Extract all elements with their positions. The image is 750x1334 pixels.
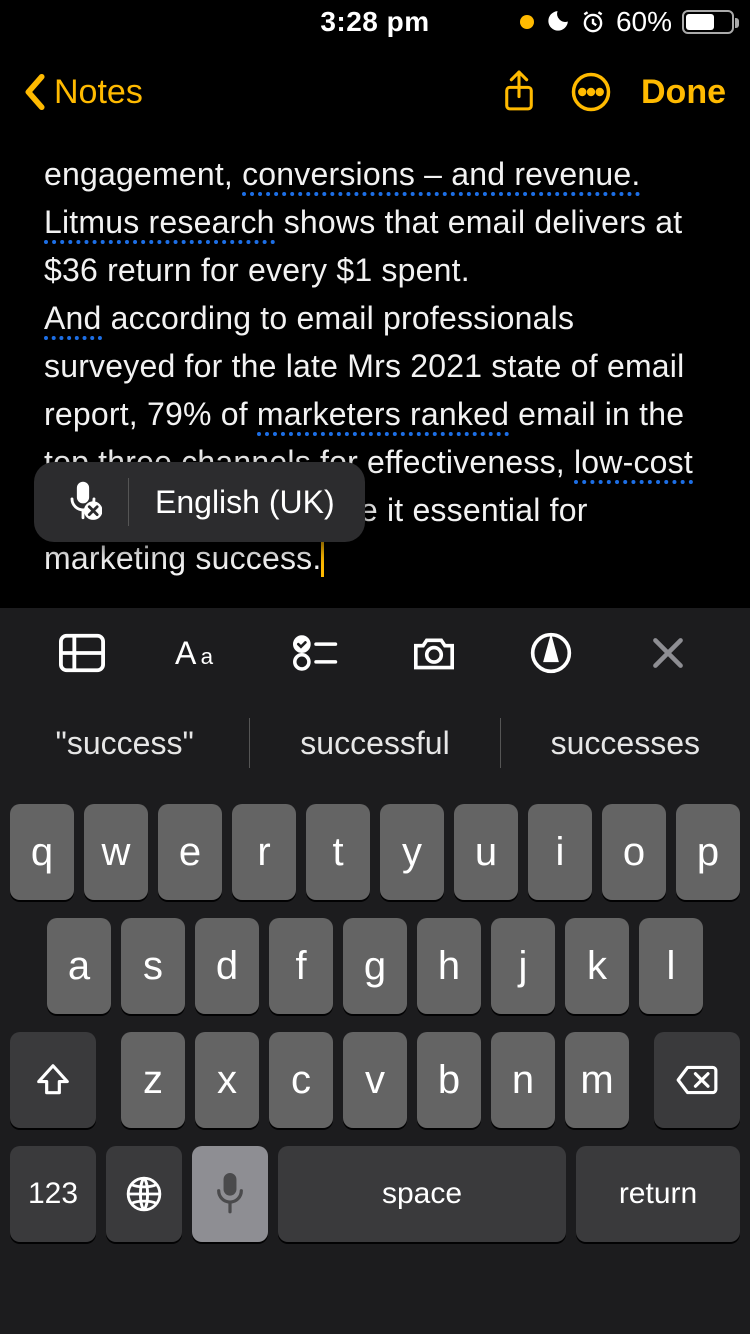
back-button[interactable]: Notes — [24, 73, 143, 112]
key-g[interactable]: g — [343, 918, 407, 1014]
text-cursor — [321, 539, 324, 577]
dictation-language-pill[interactable]: English (UK) — [34, 462, 365, 542]
share-icon — [500, 69, 538, 115]
key-f[interactable]: f — [269, 918, 333, 1014]
do-not-disturb-icon — [544, 9, 570, 35]
key-e[interactable]: e — [158, 804, 222, 900]
key-k[interactable]: k — [565, 918, 629, 1014]
done-button[interactable]: Done — [641, 73, 726, 112]
mic-off-icon — [64, 480, 102, 524]
alarm-icon — [580, 9, 606, 35]
close-toolbar-button[interactable] — [644, 629, 692, 677]
table-icon — [59, 633, 105, 673]
camera-icon — [410, 633, 458, 673]
keyboard-row-3: z x c v b n m — [8, 1032, 742, 1128]
key-v[interactable]: v — [343, 1032, 407, 1128]
key-u[interactable]: u — [454, 804, 518, 900]
share-button[interactable] — [497, 70, 541, 114]
key-q[interactable]: q — [10, 804, 74, 900]
key-h[interactable]: h — [417, 918, 481, 1014]
key-x[interactable]: x — [195, 1032, 259, 1128]
key-w[interactable]: w — [84, 804, 148, 900]
key-123[interactable]: 123 — [10, 1146, 96, 1242]
key-p[interactable]: p — [676, 804, 740, 900]
key-space[interactable]: space — [278, 1146, 566, 1242]
key-o[interactable]: o — [602, 804, 666, 900]
key-globe[interactable] — [106, 1146, 182, 1242]
suggestion-2[interactable]: successes — [501, 698, 750, 788]
keyboard-row-1: q w e r t y u i o p — [8, 804, 742, 900]
back-label: Notes — [54, 73, 143, 112]
keyboard: q w e r t y u i o p a s d f g h j k l z … — [0, 788, 750, 1334]
mic-icon — [215, 1173, 245, 1215]
key-a[interactable]: a — [47, 918, 111, 1014]
globe-icon — [125, 1175, 163, 1213]
table-button[interactable] — [58, 629, 106, 677]
key-n[interactable]: n — [491, 1032, 555, 1128]
key-y[interactable]: y — [380, 804, 444, 900]
note-editor[interactable]: engagement, conversions – and revenue. L… — [0, 140, 750, 582]
status-right: 60% — [520, 0, 734, 44]
chevron-left-icon — [24, 73, 48, 111]
suggestion-0[interactable]: "success" — [0, 698, 249, 788]
divider — [128, 478, 129, 526]
key-l[interactable]: l — [639, 918, 703, 1014]
ellipsis-circle-icon — [570, 71, 612, 113]
close-icon — [650, 635, 686, 671]
key-z[interactable]: z — [121, 1032, 185, 1128]
more-button[interactable] — [569, 70, 613, 114]
key-d[interactable]: d — [195, 918, 259, 1014]
battery-percent-label: 60% — [616, 6, 672, 38]
key-backspace[interactable] — [654, 1032, 740, 1128]
shift-icon — [34, 1061, 72, 1099]
key-dictation[interactable] — [192, 1146, 268, 1242]
text-format-button[interactable]: Aa — [175, 629, 223, 677]
svg-text:a: a — [201, 644, 214, 669]
key-shift[interactable] — [10, 1032, 96, 1128]
dictation-language-label: English (UK) — [155, 484, 335, 521]
backspace-icon — [675, 1063, 719, 1097]
key-m[interactable]: m — [565, 1032, 629, 1128]
suggestion-1[interactable]: successful — [250, 698, 499, 788]
recording-indicator-dot — [520, 15, 534, 29]
key-s[interactable]: s — [121, 918, 185, 1014]
svg-text:A: A — [175, 635, 197, 671]
keyboard-row-2: a s d f g h j k l — [8, 918, 742, 1014]
camera-button[interactable] — [410, 629, 458, 677]
status-bar: 3:28 pm 60% — [0, 0, 750, 44]
key-t[interactable]: t — [306, 804, 370, 900]
checklist-button[interactable] — [292, 629, 340, 677]
key-r[interactable]: r — [232, 804, 296, 900]
markup-button[interactable] — [527, 629, 575, 677]
markup-icon — [529, 631, 573, 675]
format-toolbar: Aa — [0, 608, 750, 698]
key-b[interactable]: b — [417, 1032, 481, 1128]
key-return[interactable]: return — [576, 1146, 740, 1242]
text-format-icon: Aa — [175, 633, 223, 673]
key-j[interactable]: j — [491, 918, 555, 1014]
nav-bar: Notes Done — [0, 44, 750, 140]
checklist-icon — [293, 633, 339, 673]
key-c[interactable]: c — [269, 1032, 333, 1128]
battery-icon — [682, 10, 734, 34]
status-time: 3:28 pm — [320, 6, 429, 38]
key-i[interactable]: i — [528, 804, 592, 900]
suggestion-bar: "success" successful successes — [0, 698, 750, 788]
keyboard-row-4: 123 space return — [8, 1146, 742, 1242]
